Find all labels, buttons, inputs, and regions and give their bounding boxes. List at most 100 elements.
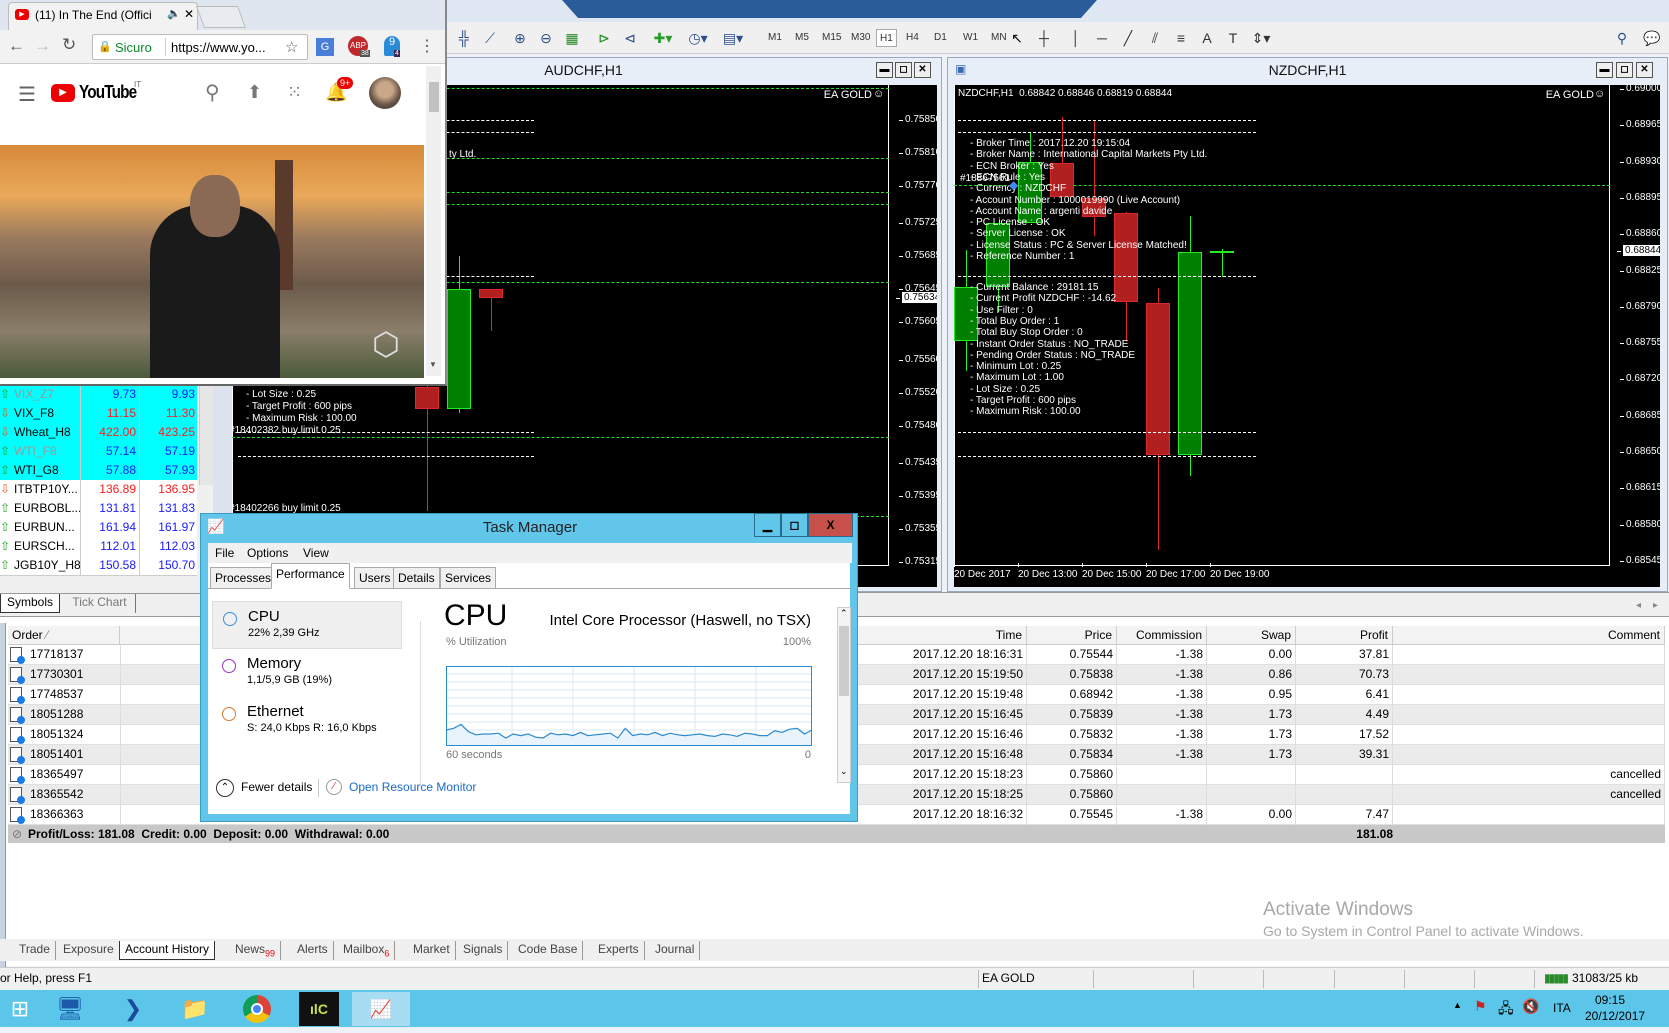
tab-news[interactable]: News99 <box>230 941 282 960</box>
tab-exposure[interactable]: Exposure <box>58 941 120 960</box>
close-button[interactable]: ✕ <box>914 62 931 78</box>
tab-users[interactable]: Users <box>354 567 396 589</box>
tab-signals[interactable]: Signals <box>458 941 509 960</box>
youtube-logo-icon[interactable]: ▶ <box>51 84 75 102</box>
timeframe-d1[interactable]: D1 <box>931 29 950 47</box>
timeframe-mn[interactable]: MN <box>988 29 1010 47</box>
timeframe-m30[interactable]: M30 <box>848 29 873 47</box>
upload-icon[interactable]: ⬆ <box>247 82 262 103</box>
timeframe-h1[interactable]: H1 <box>876 29 897 47</box>
column-commission[interactable]: Commission <box>1117 626 1207 645</box>
equidistant-channel-icon[interactable]: ⫽ <box>1144 28 1166 48</box>
menu-view[interactable]: View <box>303 546 329 560</box>
show-hidden-icons[interactable]: ▲ <box>1453 1000 1462 1010</box>
chart-shift-icon[interactable]: ⊳ <box>593 28 615 48</box>
close-button[interactable]: X <box>808 513 853 537</box>
video-player[interactable]: ⬡ <box>0 145 424 378</box>
chrome-icon[interactable] <box>237 992 277 1026</box>
column-comment[interactable]: Comment <box>1393 626 1665 645</box>
crosshair-icon[interactable]: ┼ <box>1033 28 1055 48</box>
market-watch-row[interactable]: ⇩ ITBTP10Y... 136.89 136.95 <box>0 480 197 500</box>
timeframe-m1[interactable]: M1 <box>765 29 785 47</box>
vertical-line-icon[interactable]: │ <box>1065 28 1087 48</box>
timeframe-m5[interactable]: M5 <box>792 29 812 47</box>
market-watch-row[interactable]: ⇧ WTI_F8 57.14 57.19 <box>0 442 197 462</box>
chrome-menu-icon[interactable]: ⋮ <box>419 36 435 56</box>
fewer-details-button[interactable]: Fewer details <box>241 780 312 794</box>
tab-account-history[interactable]: Account History <box>119 941 216 960</box>
network-icon[interactable]: 🖧 <box>1498 998 1514 1022</box>
back-icon[interactable]: ← <box>8 36 25 56</box>
resource-ethernet[interactable]: Ethernet S: 24,0 Kbps R: 16,0 Kbps <box>212 697 402 745</box>
scrollbar[interactable]: ⌃ ⌄ <box>837 607 851 783</box>
column-time[interactable]: Time <box>858 626 1027 645</box>
task-manager-taskbar-icon[interactable]: 📈 <box>352 992 410 1026</box>
zoom-in-icon[interactable]: ⊕ <box>509 28 531 48</box>
column-order[interactable]: Order ⁄ <box>8 626 120 645</box>
text-label-icon[interactable]: T <box>1222 28 1244 48</box>
resource-memory[interactable]: Memory 1,1/5,9 GB (19%) <box>212 649 402 697</box>
hamburger-menu-icon[interactable]: ☰ <box>18 82 36 107</box>
minimize-button[interactable]: ▁ <box>754 513 781 537</box>
language-indicator[interactable]: ITA <box>1553 1001 1571 1015</box>
autoscroll-icon[interactable]: ⊲ <box>619 28 641 48</box>
timeframe-w1[interactable]: W1 <box>960 29 981 47</box>
fibonacci-icon[interactable]: ≡ <box>1170 28 1192 48</box>
market-watch-row[interactable]: ⇩ Wheat_H8 422.00 423.25 <box>0 423 197 443</box>
audio-icon[interactable]: 🔈 <box>167 7 181 20</box>
maximize-button[interactable]: ◻ <box>781 513 808 537</box>
minimize-button[interactable]: ▬ <box>876 62 893 78</box>
clock-time[interactable]: 09:15 <box>1585 993 1635 1007</box>
tab-tick-chart[interactable]: Tick Chart <box>64 594 136 613</box>
market-watch-row[interactable]: ⇧ EURBOBL... 131.81 131.83 <box>0 499 197 519</box>
apps-grid-icon[interactable]: ⁙ <box>287 82 302 103</box>
tab-close-icon[interactable]: ✕ <box>184 7 194 21</box>
powershell-icon[interactable]: ❯ <box>113 992 153 1026</box>
reload-icon[interactable]: ↻ <box>62 35 76 55</box>
clock-date[interactable]: 20/12/2017 <box>1585 1009 1645 1023</box>
new-tab-button[interactable] <box>195 6 247 28</box>
tile-windows-icon[interactable]: ▦ <box>561 28 583 48</box>
tab-mailbox[interactable]: Mailbox6 <box>338 941 396 960</box>
translate-extension-icon[interactable]: G <box>316 38 334 56</box>
maximize-button[interactable]: ◻ <box>1616 62 1633 78</box>
action-center-icon[interactable]: ⚑ <box>1474 998 1487 1015</box>
arrows-icon[interactable]: ⇕▾ <box>1250 28 1272 48</box>
tab-market[interactable]: Market <box>408 941 456 960</box>
maximize-button[interactable]: ◻ <box>895 62 912 78</box>
indicators-icon[interactable]: ✚▾ <box>652 28 674 48</box>
market-watch-row[interactable]: ⇩ VIX_F8 11.15 11.30 <box>0 404 197 424</box>
address-bar[interactable]: 🔒 Sicuro https://www.yo... ☆ <box>92 34 308 60</box>
tab-performance[interactable]: Performance <box>271 563 350 589</box>
tab-experts[interactable]: Experts <box>593 941 645 960</box>
forward-icon[interactable]: → <box>34 36 51 56</box>
tab-journal[interactable]: Journal <box>650 941 701 960</box>
market-watch-row[interactable]: ⇧ JGB10Y_H8 150.58 150.70 <box>0 556 197 576</box>
minimize-button[interactable]: ▬ <box>1596 62 1613 78</box>
text-icon[interactable]: A <box>1196 28 1218 48</box>
candlestick-icon[interactable]: ╬ <box>453 28 475 48</box>
windows-start-icon[interactable]: ⊞ <box>0 992 40 1026</box>
mt4-terminal-icon[interactable]: ılC <box>299 992 339 1026</box>
resource-cpu[interactable]: CPU 22% 2,39 GHz <box>212 601 402 649</box>
menu-options[interactable]: Options <box>247 546 288 560</box>
chat-icon[interactable]: 💬 <box>1641 28 1663 48</box>
menu-file[interactable]: File <box>215 546 234 560</box>
volume-muted-icon[interactable]: 🔇 <box>1522 998 1539 1015</box>
periods-icon[interactable]: ◷▾ <box>687 28 709 48</box>
tab-details[interactable]: Details <box>393 567 440 589</box>
templates-icon[interactable]: ▤▾ <box>722 28 744 48</box>
column-profit[interactable]: Profit <box>1296 626 1393 645</box>
browser-tab[interactable]: ▶ (11) In The End (Offici 🔈 ✕ <box>8 2 198 30</box>
market-watch-row[interactable]: ⇧ EURSCH... 112.01 112.03 <box>0 537 197 557</box>
market-watch-scrollbar[interactable] <box>199 385 213 485</box>
column-swap[interactable]: Swap <box>1207 626 1296 645</box>
trendline-icon[interactable]: ╱ <box>1117 28 1139 48</box>
page-scrollbar[interactable]: ▼ <box>426 66 441 376</box>
tab-processes[interactable]: Processes <box>210 567 277 589</box>
search-icon[interactable]: ⚲ <box>1611 28 1633 48</box>
market-watch-row[interactable]: ⇧ WTI_G8 57.88 57.93 <box>0 461 197 481</box>
market-watch-row[interactable]: ⇧ EURBUN... 161.94 161.97 <box>0 518 197 538</box>
avatar[interactable] <box>369 77 401 109</box>
server-manager-icon[interactable]: 🖥 <box>50 992 90 1026</box>
